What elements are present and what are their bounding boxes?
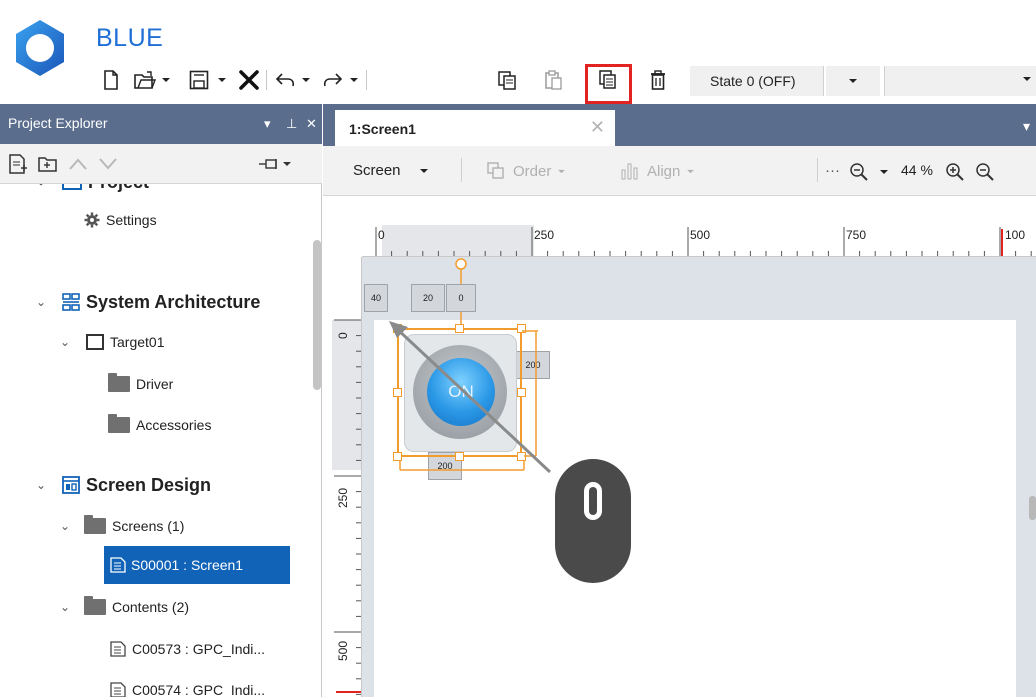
canvas-overlay — [389, 258, 631, 583]
drag-arrow — [394, 326, 552, 474]
rotate-handle[interactable] — [455, 258, 467, 270]
app-window: BLUE State 0 (OFF) Project Explorer ▾ ⊥ … — [0, 0, 1036, 697]
mouse-icon — [555, 459, 631, 583]
